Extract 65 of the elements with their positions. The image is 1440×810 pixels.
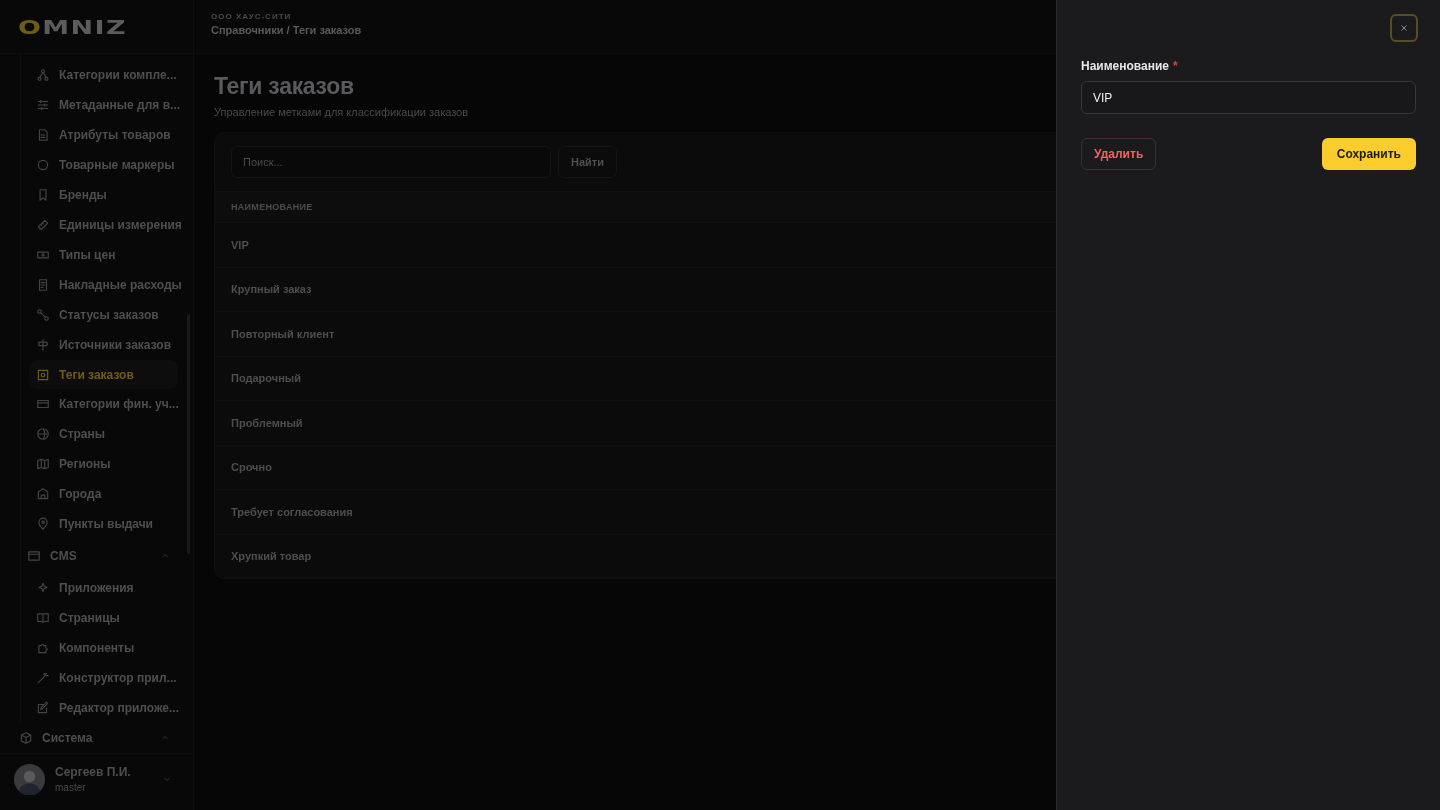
- sidebar-item[interactable]: Регионы: [29, 449, 178, 480]
- table-cell: Повторный клиент: [231, 327, 335, 340]
- required-mark: *: [1173, 59, 1178, 73]
- name-input[interactable]: VIP: [1081, 81, 1416, 114]
- save-button[interactable]: Сохранить: [1321, 138, 1416, 170]
- avatar: [14, 763, 45, 795]
- sidebar-item[interactable]: Пункты выдачи: [29, 509, 178, 540]
- sidebar-item[interactable]: Товарные маркеры: [29, 149, 178, 180]
- route-icon: [36, 307, 50, 322]
- sidebar-item[interactable]: Теги заказов: [29, 359, 178, 390]
- hierarchy-icon: [36, 67, 50, 82]
- cube-icon: [19, 731, 33, 745]
- table-cell: Срочно: [231, 461, 272, 474]
- sidebar-item[interactable]: Типы цен: [29, 239, 178, 270]
- table-cell: Проблемный: [231, 416, 303, 429]
- sidebar-item[interactable]: Бренды: [29, 179, 178, 210]
- sidebar-item[interactable]: Редактор приложе...: [29, 693, 178, 723]
- table-cell: Крупный заказ: [231, 283, 312, 296]
- sidebar-group[interactable]: CMS: [27, 539, 171, 574]
- book-icon: [36, 611, 50, 626]
- globe-icon: [36, 427, 50, 442]
- map-icon: [36, 457, 50, 472]
- sidebar-item[interactable]: Атрибуты товаров: [29, 119, 178, 150]
- building-icon: [36, 487, 50, 502]
- sidebar-item[interactable]: Страны: [29, 419, 178, 450]
- ruler-icon: [36, 217, 50, 232]
- pin-icon: [36, 517, 50, 532]
- bookmark-icon: [36, 187, 50, 202]
- close-button[interactable]: [1390, 14, 1418, 42]
- signpost-icon: [36, 337, 50, 352]
- sidebar-section[interactable]: Система: [19, 723, 171, 753]
- sidebar-item[interactable]: Приложения: [29, 573, 178, 604]
- sidebar-item[interactable]: Категории компле...: [29, 60, 178, 90]
- search-button[interactable]: Найти: [558, 146, 617, 178]
- page-subtitle: Управление метками для классификации заказов: [214, 106, 469, 118]
- puzzle-icon: [36, 641, 50, 656]
- edit-icon: [36, 701, 50, 715]
- sidebar-item[interactable]: Источники заказов: [29, 329, 178, 360]
- sidebar-item[interactable]: Города: [29, 479, 178, 510]
- search-field[interactable]: Поиск...: [231, 146, 551, 178]
- document-icon: [36, 277, 50, 292]
- browser-window-icon: [27, 549, 41, 564]
- delete-button[interactable]: Удалить: [1081, 138, 1157, 170]
- company-name: ООО ХАУС-СИТИ: [211, 12, 292, 21]
- field-label: Наименование: [1081, 59, 1170, 73]
- logo: OMNIZ: [18, 14, 127, 39]
- breadcrumb: Справочники / Теги заказов: [211, 24, 362, 36]
- table-cell: Требует согласования: [231, 505, 353, 518]
- column-header: НАИМЕНОВАНИЕ: [231, 202, 313, 212]
- sidebar-item[interactable]: Компоненты: [29, 633, 178, 664]
- table-cell: VIP: [231, 238, 249, 251]
- user-role: master: [55, 782, 86, 793]
- sidebar-item[interactable]: Статусы заказов: [29, 299, 178, 330]
- wand-icon: [36, 671, 50, 686]
- table-cell: Хрупкий товар: [231, 550, 312, 563]
- sidebar-item[interactable]: Страницы: [29, 603, 178, 634]
- table-cell: Подарочный: [231, 372, 301, 385]
- tag-icon: [36, 367, 50, 382]
- sidebar-item[interactable]: Конструктор прил...: [29, 663, 178, 693]
- user-name: Сергеев П.И.: [55, 765, 132, 779]
- page-title: Теги заказов: [214, 73, 354, 100]
- document-icon: [36, 127, 50, 142]
- sidebar-item[interactable]: Метаданные для в...: [29, 89, 178, 120]
- sliders-icon: [36, 97, 50, 112]
- sidebar-item[interactable]: Категории фин. уч...: [29, 389, 178, 420]
